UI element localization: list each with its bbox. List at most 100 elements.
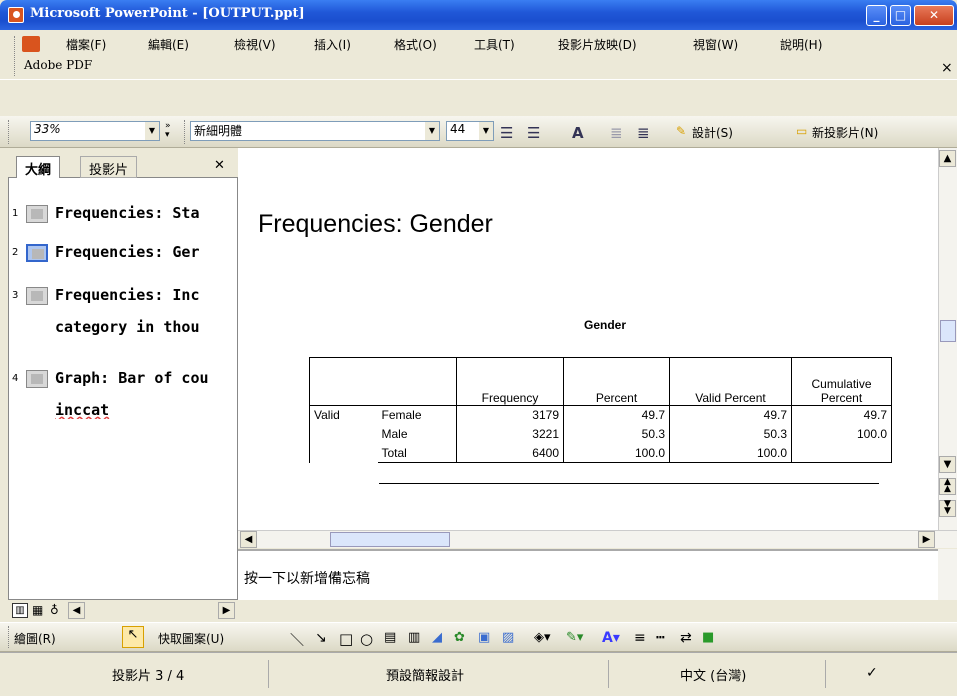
normal-view-icon[interactable]: ▥ — [12, 603, 28, 618]
table-title: Gender — [584, 318, 627, 332]
rectangle-tool-icon[interactable]: □ — [339, 630, 353, 648]
font-grip[interactable] — [184, 120, 187, 144]
outline-item-title[interactable]: Graph: Bar of cou — [55, 369, 235, 387]
vertical-textbox-icon[interactable]: ▥ — [408, 630, 420, 645]
toolbar-grip[interactable] — [8, 120, 11, 144]
menu-edit[interactable]: 編輯(E) — [148, 36, 189, 53]
status-slide-number: 投影片 3 / 4 — [112, 669, 185, 684]
menu-view[interactable]: 檢視(V) — [234, 36, 276, 53]
menu-format[interactable]: 格式(O) — [394, 36, 437, 53]
pane-scroll-left-icon[interactable]: ◀ — [68, 602, 85, 619]
drawbar-grip[interactable] — [8, 626, 11, 648]
menu-window[interactable]: 視窗(W) — [693, 36, 738, 53]
table-empty — [309, 443, 378, 463]
line-style-icon[interactable]: ≡ — [634, 630, 646, 646]
slide-thumbnail-icon[interactable] — [26, 205, 48, 223]
fill-color-icon[interactable]: ◈▾ — [534, 630, 551, 645]
menu-help[interactable]: 說明(H) — [780, 36, 822, 53]
decrease-indent-icon[interactable]: ≣ — [610, 124, 623, 142]
menu-file[interactable]: 檔案(F) — [66, 36, 106, 53]
table-header: Cumulative Percent — [791, 357, 892, 406]
size-dropdown-arrow[interactable]: ▼ — [479, 122, 493, 140]
hscroll-thumb[interactable] — [330, 532, 450, 547]
increase-indent-icon[interactable]: ≣ — [637, 124, 650, 142]
new-slide-button[interactable]: 新投影片(N) — [812, 124, 878, 141]
pane-scroll-right-icon[interactable]: ▶ — [218, 602, 235, 619]
increase-font-icon[interactable]: A — [572, 124, 584, 142]
font-dropdown-arrow[interactable]: ▼ — [425, 122, 439, 140]
textbox-tool-icon[interactable]: ▤ — [384, 630, 396, 645]
powerpoint-app-icon[interactable] — [8, 7, 24, 23]
bullets-icon[interactable]: ☰ — [527, 124, 540, 142]
slide-thumbnail-icon-selected[interactable] — [26, 244, 48, 262]
zoom-dropdown-arrow[interactable]: ▼ — [145, 122, 159, 140]
scroll-thumb[interactable] — [940, 320, 956, 342]
design-button[interactable]: 設計(S) — [692, 124, 733, 141]
cell-valid-percent: 50.3 — [669, 424, 792, 444]
outline-item-title[interactable]: Frequencies: Sta — [55, 204, 235, 222]
oval-tool-icon[interactable]: ○ — [360, 630, 373, 648]
font-select[interactable]: 新細明體 — [190, 121, 440, 141]
cell-frequency: 6400 — [456, 443, 564, 463]
next-slide-icon[interactable]: ▼ ▼ — [939, 500, 956, 517]
table-header: Frequency — [456, 357, 564, 406]
numbering-icon[interactable]: ☰ — [500, 124, 513, 142]
outline-item-title[interactable]: Frequencies: Inc — [55, 286, 235, 304]
new-slide-icon[interactable]: ▭ — [796, 124, 807, 138]
menu-adobe-pdf[interactable]: Adobe PDF — [24, 58, 92, 72]
maximize-button[interactable]: □ — [890, 5, 911, 26]
spelling-check-icon[interactable]: ✓ — [866, 665, 878, 681]
pane-close-icon[interactable]: ✕ — [214, 158, 225, 173]
slide-thumbnail-icon[interactable] — [26, 287, 48, 305]
menu-tools[interactable]: 工具(T) — [474, 36, 515, 53]
line-tool-icon[interactable]: ＼ — [290, 630, 304, 650]
wordart-icon[interactable]: ◢ — [432, 630, 442, 645]
status-design-name: 預設簡報設計 — [386, 669, 465, 684]
frequency-table[interactable]: Frequency Percent Valid Percent Cumulati… — [309, 357, 892, 463]
menu-insert[interactable]: 插入(I) — [314, 36, 351, 53]
tab-outline[interactable]: 大綱 — [16, 156, 61, 178]
previous-slide-icon[interactable]: ▲ ▲ — [939, 478, 956, 495]
window-title: Microsoft PowerPoint - [OUTPUT.ppt] — [30, 6, 305, 21]
slide-sorter-icon[interactable]: ▦ — [32, 603, 43, 617]
outline-item-title[interactable]: Frequencies: Ger — [55, 243, 235, 261]
document-icon[interactable] — [22, 36, 40, 52]
scroll-right-icon[interactable]: ▶ — [918, 531, 935, 548]
arrow-tool-icon[interactable]: ↘ — [315, 630, 327, 646]
notes-scrollbar[interactable] — [938, 549, 957, 600]
slideshow-icon[interactable]: ♁ — [50, 603, 59, 617]
menu-grip[interactable] — [14, 36, 17, 76]
arrow-style-icon[interactable]: ⇄ — [680, 630, 692, 646]
clipart-icon[interactable]: ▣ — [478, 630, 490, 645]
close-button[interactable]: ✕ — [914, 5, 954, 26]
scroll-down-icon[interactable]: ▼ — [939, 456, 956, 473]
dash-style-icon[interactable]: ┅ — [656, 630, 664, 646]
design-icon[interactable]: ✎ — [676, 124, 686, 138]
insert-picture-icon[interactable]: ▨ — [502, 630, 514, 645]
outline-item-title-cont[interactable]: category in thou — [55, 318, 235, 336]
table-header: Valid Percent — [669, 357, 792, 406]
close-document-icon[interactable]: × — [941, 60, 953, 76]
draw-menu-button[interactable]: 繪圖(R) — [14, 630, 56, 647]
select-objects-icon[interactable]: ↖ — [122, 626, 144, 648]
status-separator — [268, 660, 269, 688]
shadow-style-icon[interactable]: ■ — [702, 630, 714, 645]
zoom-select[interactable]: 33% — [30, 121, 160, 141]
slide-title[interactable]: Frequencies: Gender — [258, 210, 493, 239]
minimize-button[interactable]: _ — [866, 5, 887, 26]
autoshapes-button[interactable]: 快取圖案(U) — [158, 630, 224, 647]
toolbar-options-icon[interactable]: » ▾ — [165, 122, 177, 140]
row-label: Female — [377, 405, 457, 425]
status-language: 中文 (台灣) — [680, 669, 747, 684]
outline-item-title-cont[interactable]: inccat — [55, 401, 235, 419]
scroll-up-icon[interactable]: ▲ — [939, 150, 956, 167]
notes-placeholder[interactable]: 按一下以新增備忘稿 — [244, 568, 370, 588]
tab-slides[interactable]: 投影片 — [80, 156, 138, 178]
slide-thumbnail-icon[interactable] — [26, 370, 48, 388]
diagram-icon[interactable]: ✿ — [454, 630, 465, 645]
menu-slideshow[interactable]: 投影片放映(D) — [558, 36, 637, 53]
line-color-icon[interactable]: ✎▾ — [566, 630, 583, 645]
font-color-icon[interactable]: A▾ — [602, 630, 620, 646]
scroll-left-icon[interactable]: ◀ — [240, 531, 257, 548]
slide-canvas[interactable] — [238, 148, 938, 530]
